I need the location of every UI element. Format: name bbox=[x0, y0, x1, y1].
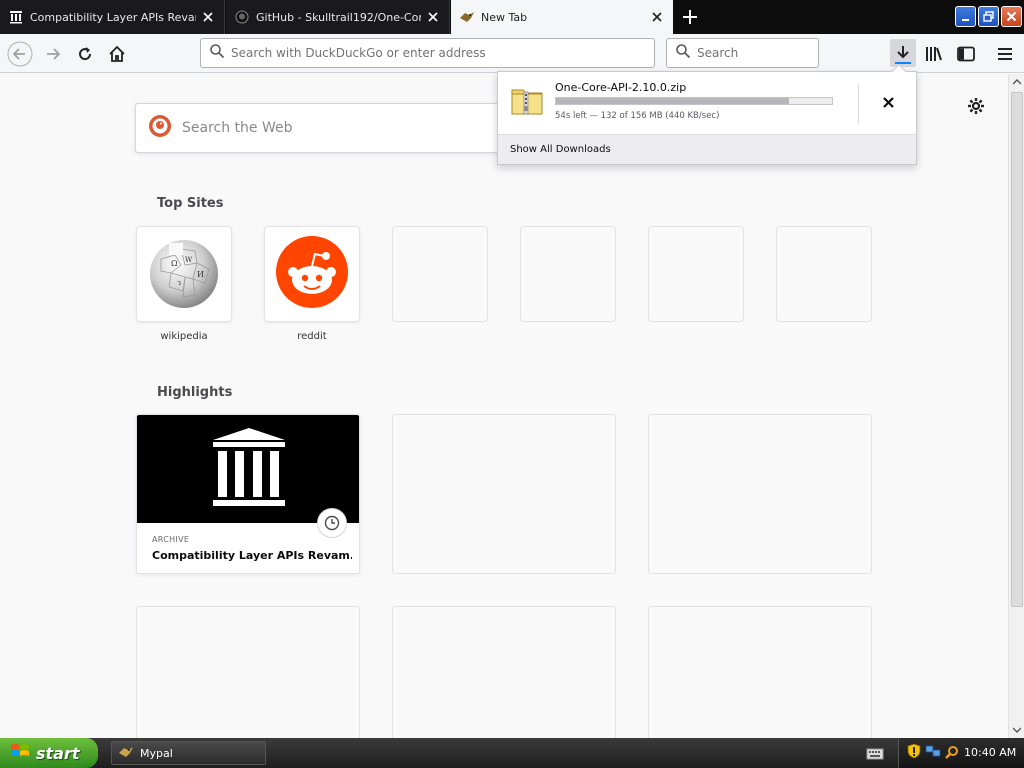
mypal-icon bbox=[459, 9, 475, 25]
duckduckgo-logo-icon bbox=[148, 114, 172, 142]
tab-title: Compatibility Layer APIs Revamped bbox=[30, 10, 196, 24]
close-icon[interactable] bbox=[425, 9, 441, 25]
top-site-wikipedia[interactable]: Ω W И ว bbox=[136, 226, 232, 322]
close-icon[interactable] bbox=[649, 9, 665, 25]
top-site-label: wikipedia bbox=[160, 331, 208, 342]
minimize-button[interactable] bbox=[955, 6, 976, 27]
archive-icon bbox=[209, 424, 289, 514]
search-icon bbox=[209, 43, 225, 63]
show-all-downloads-button[interactable]: Show All Downloads bbox=[498, 134, 916, 164]
page-scrollbar[interactable] bbox=[1008, 74, 1024, 738]
download-progress-fill bbox=[556, 98, 790, 104]
home-button[interactable] bbox=[104, 41, 130, 67]
keyboard-icon[interactable] bbox=[866, 746, 884, 760]
tab-compatibility-layer[interactable]: Compatibility Layer APIs Revamped bbox=[0, 0, 225, 34]
windows-flag-icon bbox=[10, 742, 30, 764]
top-site-placeholder bbox=[392, 226, 488, 322]
highlight-placeholder bbox=[392, 414, 616, 574]
close-icon bbox=[882, 93, 894, 112]
top-site-label: reddit bbox=[297, 331, 327, 342]
top-site-reddit[interactable] bbox=[264, 226, 360, 322]
wikipedia-globe-icon: Ω W И ว bbox=[141, 229, 227, 319]
gear-icon[interactable] bbox=[964, 94, 988, 118]
taskbar-item-label: Mypal bbox=[140, 746, 173, 760]
search-input[interactable] bbox=[697, 46, 847, 60]
tab-strip: Compatibility Layer APIs Revamped GitHub… bbox=[0, 0, 1024, 34]
reload-button[interactable] bbox=[72, 41, 98, 67]
highlight-image bbox=[137, 415, 359, 523]
system-clock: 10:40 AM bbox=[964, 746, 1017, 759]
close-window-button[interactable] bbox=[1001, 6, 1022, 27]
svg-text:И: И bbox=[197, 270, 204, 279]
menu-icon[interactable] bbox=[992, 41, 1018, 67]
reddit-alien-icon bbox=[276, 236, 348, 312]
forward-button[interactable] bbox=[40, 41, 66, 67]
start-button[interactable]: start bbox=[0, 738, 98, 768]
top-site-placeholder bbox=[776, 226, 872, 322]
top-site-placeholder bbox=[520, 226, 616, 322]
svg-text:Ω: Ω bbox=[171, 259, 178, 268]
highlight-placeholder bbox=[392, 606, 616, 738]
github-icon bbox=[234, 9, 250, 25]
zip-file-icon bbox=[510, 84, 544, 118]
scroll-up-arrow-icon[interactable] bbox=[1009, 74, 1024, 90]
download-status: 54s left — 132 of 156 MB (440 KB/sec) bbox=[555, 111, 720, 121]
new-tab-button[interactable] bbox=[680, 7, 700, 27]
taskbar-item-mypal[interactable]: Mypal bbox=[111, 741, 266, 765]
mypal-icon bbox=[118, 745, 134, 762]
sidebar-toggle-icon[interactable] bbox=[953, 41, 979, 67]
taskbar: start Mypal 10:40 AM bbox=[0, 738, 1024, 768]
search-icon bbox=[675, 43, 691, 63]
new-tab-page: Top Sites Ω W И ว wikipedia bbox=[0, 74, 1008, 738]
highlight-placeholder bbox=[648, 606, 872, 738]
tab-title: New Tab bbox=[481, 10, 528, 24]
address-bar[interactable] bbox=[200, 38, 655, 68]
web-search-input[interactable] bbox=[182, 120, 534, 136]
start-label: start bbox=[36, 743, 80, 763]
navigation-toolbar bbox=[0, 34, 1024, 73]
address-input[interactable] bbox=[231, 46, 654, 60]
top-site-placeholder bbox=[648, 226, 744, 322]
highlights-heading: Highlights bbox=[157, 385, 233, 400]
top-sites-heading: Top Sites bbox=[157, 196, 224, 211]
scroll-down-arrow-icon[interactable] bbox=[1009, 722, 1024, 738]
library-icon[interactable] bbox=[921, 41, 947, 67]
highlight-context: ARCHIVE bbox=[152, 535, 190, 544]
clock-icon bbox=[317, 508, 347, 538]
web-search-box[interactable] bbox=[135, 103, 535, 153]
search-bar[interactable] bbox=[666, 38, 847, 68]
restore-button[interactable] bbox=[978, 6, 999, 27]
scroll-thumb[interactable] bbox=[1011, 92, 1023, 607]
tab-new-tab[interactable]: New Tab bbox=[451, 0, 673, 34]
highlight-placeholder bbox=[136, 606, 360, 738]
search-icon[interactable] bbox=[945, 744, 959, 763]
download-progress-bar bbox=[555, 97, 833, 105]
archive-icon bbox=[8, 9, 24, 25]
svg-text:ว: ว bbox=[177, 279, 181, 287]
divider bbox=[858, 84, 859, 124]
close-icon[interactable] bbox=[200, 9, 216, 25]
svg-text:W: W bbox=[185, 256, 193, 264]
highlight-placeholder bbox=[648, 414, 872, 574]
download-file-name: One-Core-API-2.10.0.zip bbox=[555, 81, 687, 94]
highlight-card[interactable]: ARCHIVE Compatibility Layer APIs Revam..… bbox=[136, 414, 360, 574]
downloads-panel: One-Core-API-2.10.0.zip 54s left — 132 o… bbox=[497, 63, 917, 165]
tab-title: GitHub - Skulltrail192/One-Core-API bbox=[256, 10, 421, 24]
tab-github[interactable]: GitHub - Skulltrail192/One-Core-API bbox=[226, 0, 450, 34]
network-icon[interactable] bbox=[925, 743, 941, 763]
highlight-title: Compatibility Layer APIs Revam... bbox=[152, 549, 352, 562]
back-button[interactable] bbox=[7, 41, 33, 67]
shield-icon[interactable] bbox=[907, 743, 921, 763]
cancel-download-button[interactable] bbox=[878, 92, 898, 112]
